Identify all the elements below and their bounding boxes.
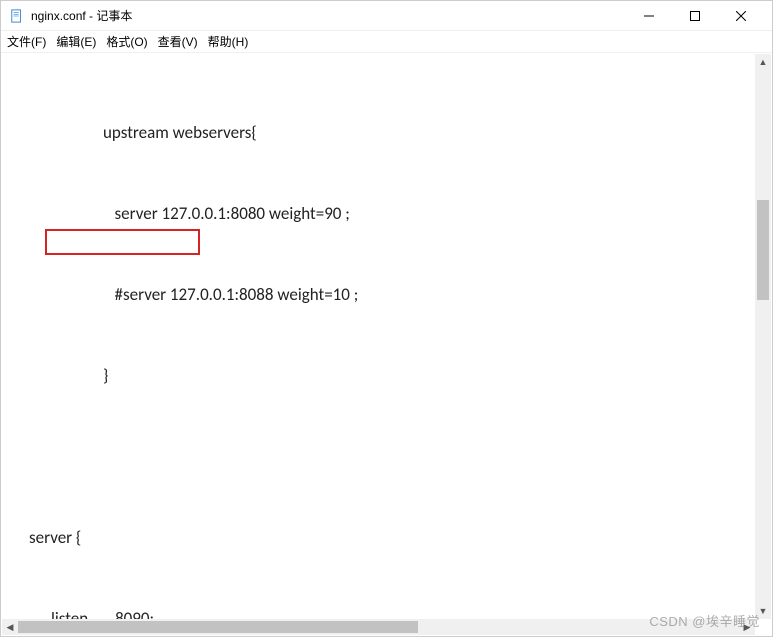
- menu-file[interactable]: 文件(F): [7, 33, 46, 50]
- menu-edit[interactable]: 编辑(E): [56, 33, 96, 50]
- code-line: upstream webservers{: [1, 119, 772, 146]
- scroll-thumb[interactable]: [757, 200, 769, 300]
- window-controls: [626, 1, 764, 31]
- text-content[interactable]: upstream webservers{ server 127.0.0.1:80…: [1, 53, 772, 620]
- code-line-listen: listen 8090;: [1, 605, 772, 620]
- editor-area[interactable]: upstream webservers{ server 127.0.0.1:80…: [1, 53, 772, 620]
- horizontal-scrollbar[interactable]: ◀ ▶: [2, 619, 755, 635]
- minimize-button[interactable]: [626, 1, 672, 31]
- scroll-down-icon[interactable]: ▼: [755, 603, 771, 619]
- menu-format[interactable]: 格式(O): [106, 33, 147, 50]
- menu-view[interactable]: 查看(V): [158, 33, 198, 50]
- code-line: server {: [1, 524, 772, 551]
- notepad-icon: [9, 8, 25, 24]
- menu-help[interactable]: 帮助(H): [208, 33, 249, 50]
- vertical-scrollbar[interactable]: ▲ ▼: [755, 54, 771, 619]
- code-line: }: [1, 362, 772, 389]
- scroll-thumb[interactable]: [18, 621, 418, 633]
- window-title: nginx.conf - 记事本: [31, 7, 132, 24]
- scroll-track[interactable]: [755, 70, 771, 603]
- scroll-track[interactable]: [18, 619, 739, 635]
- code-line: server 127.0.0.1:8080 weight=90 ;: [1, 200, 772, 227]
- code-line: #server 127.0.0.1:8088 weight=10 ;: [1, 281, 772, 308]
- menubar: 文件(F) 编辑(E) 格式(O) 查看(V) 帮助(H): [1, 31, 772, 53]
- titlebar: nginx.conf - 记事本: [1, 1, 772, 31]
- close-button[interactable]: [718, 1, 764, 31]
- scroll-right-icon[interactable]: ▶: [739, 619, 755, 635]
- scroll-up-icon[interactable]: ▲: [755, 54, 771, 70]
- scroll-left-icon[interactable]: ◀: [2, 619, 18, 635]
- maximize-button[interactable]: [672, 1, 718, 31]
- code-line: [1, 443, 772, 470]
